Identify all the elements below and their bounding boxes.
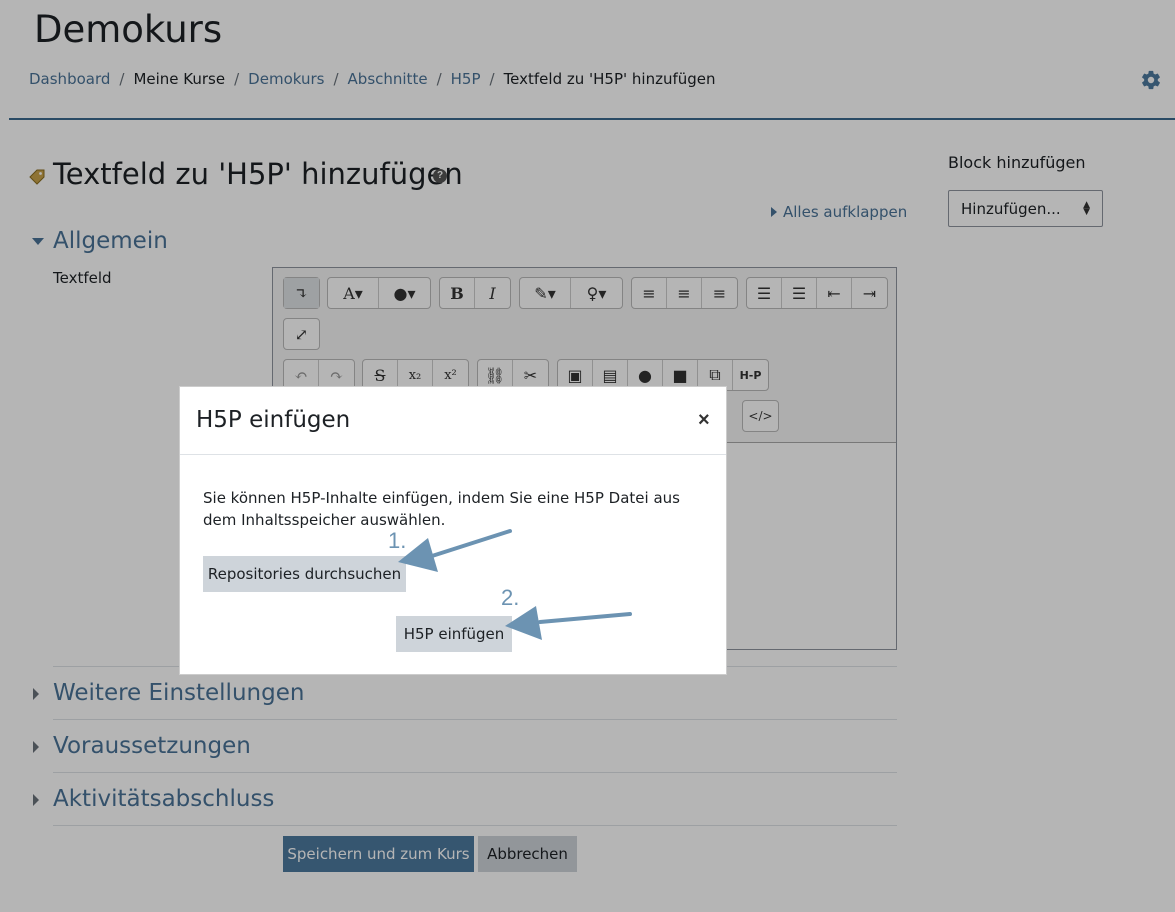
browse-repositories-button[interactable]: Repositories durchsuchen: [203, 556, 406, 592]
insert-h5p-button[interactable]: H5P einfügen: [396, 616, 512, 652]
dialog-text: Sie können H5P-Inhalte einfügen, indem S…: [203, 489, 680, 529]
close-icon[interactable]: ×: [698, 409, 710, 432]
h5p-dialog: H5P einfügen × Sie können H5P-Inhalte ei…: [179, 386, 727, 675]
dialog-header: H5P einfügen ×: [180, 387, 726, 455]
step-2-label: 2.: [501, 585, 520, 610]
dialog-title: H5P einfügen: [196, 407, 351, 433]
step-1-label: 1.: [388, 528, 407, 553]
